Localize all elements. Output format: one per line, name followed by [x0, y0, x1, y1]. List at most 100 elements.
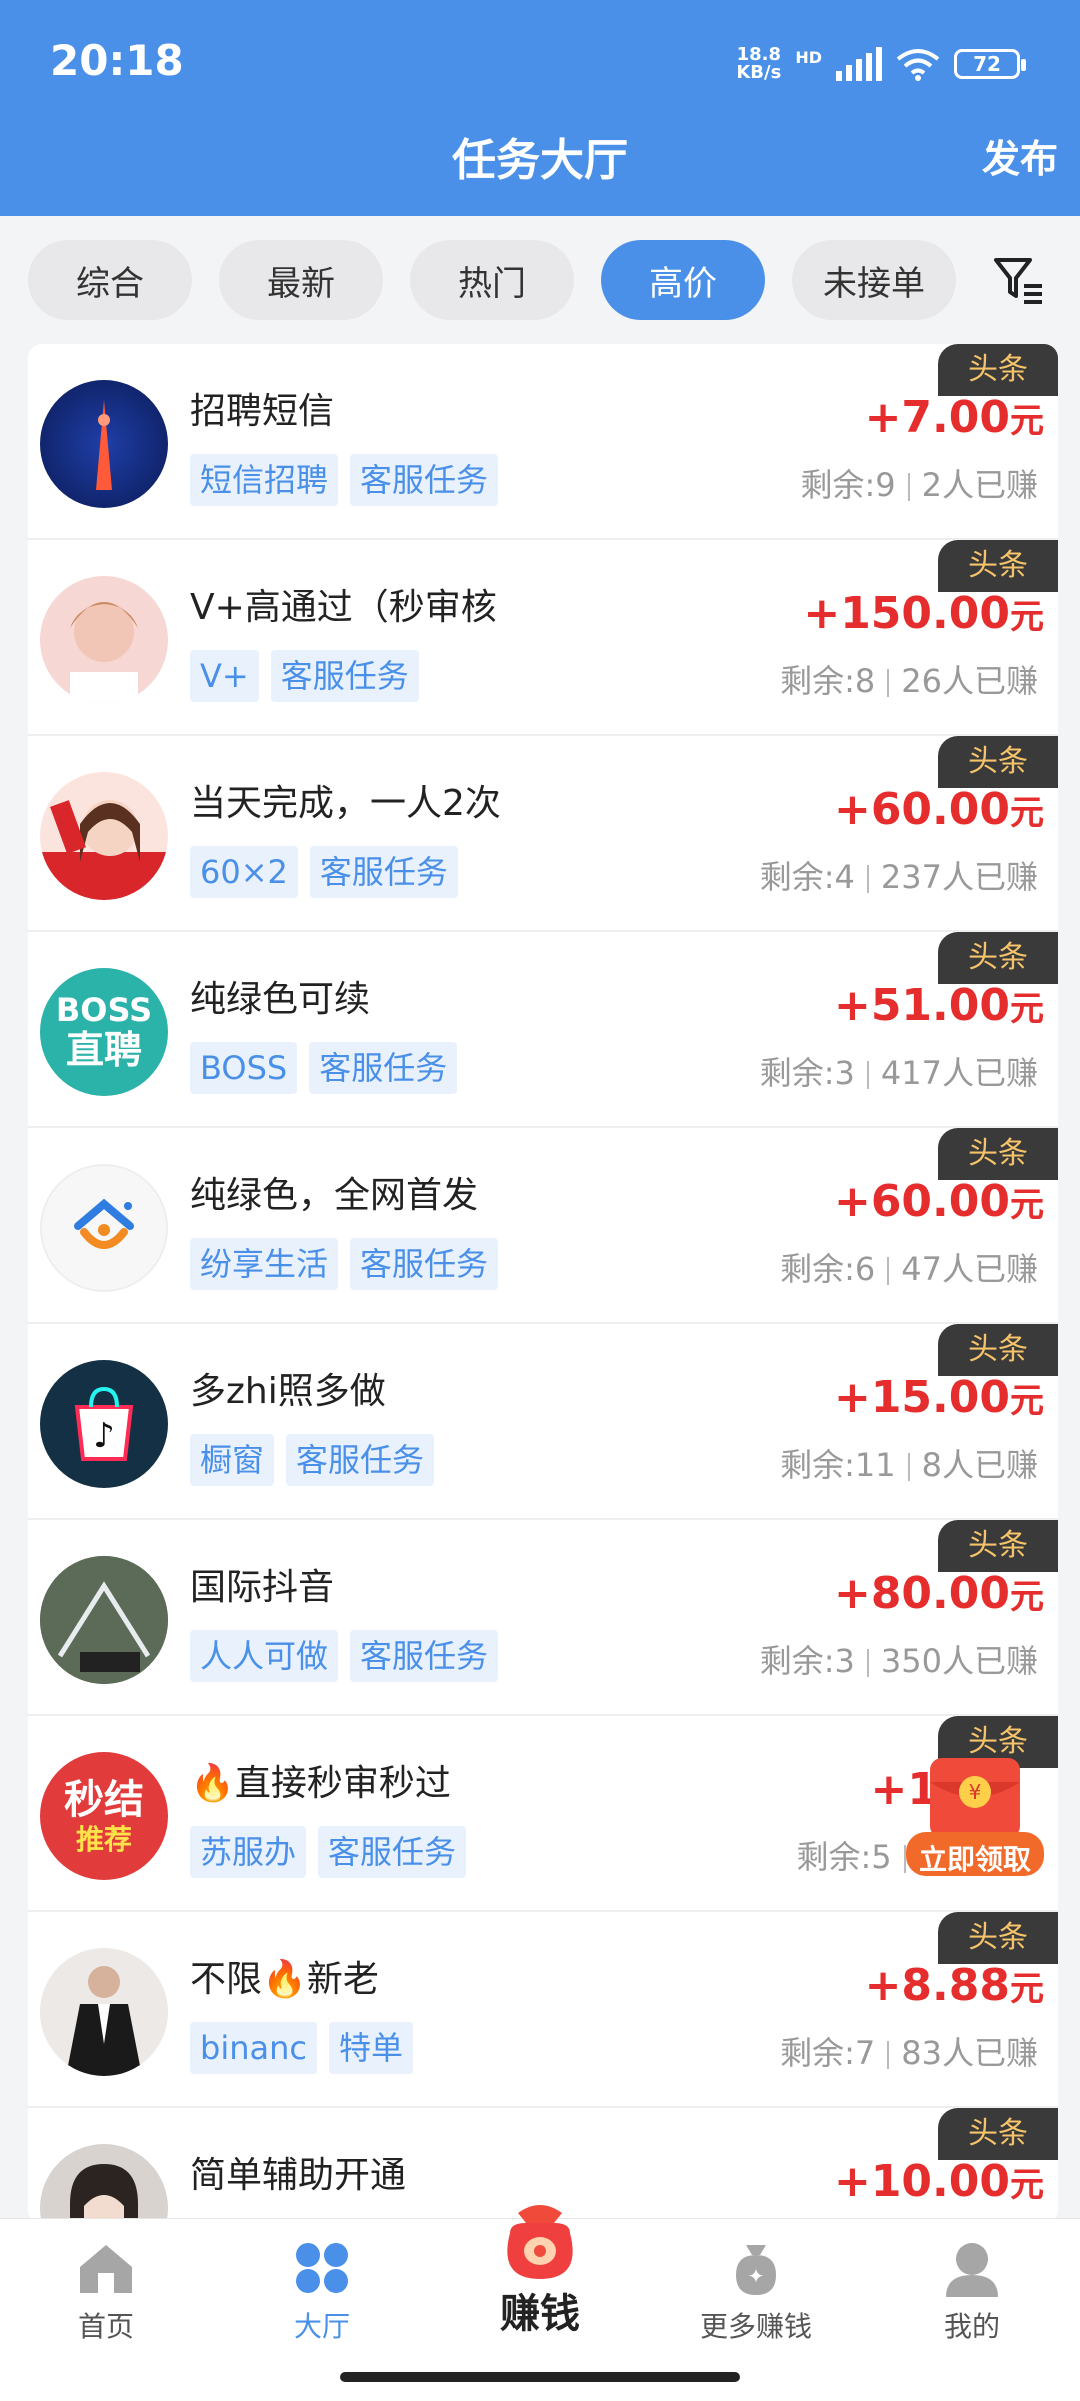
home-indicator[interactable]: [340, 2372, 740, 2382]
tab-latest[interactable]: 最新: [219, 240, 383, 320]
task-price: +8.88元: [865, 1960, 1044, 2011]
task-tag: 客服任务: [350, 1630, 499, 1682]
tab-hot[interactable]: 热门: [410, 240, 574, 320]
tab-not-taken[interactable]: 未接单: [792, 240, 956, 320]
task-meta: 剩余:3 417人已赚: [760, 1048, 1038, 1094]
task-tag: 客服任务: [270, 650, 419, 702]
nav-mine[interactable]: 我的: [892, 2239, 1052, 2345]
svg-text:✦: ✦: [748, 2264, 765, 2288]
task-tag: 客服任务: [309, 846, 458, 898]
price-value: +60.00: [833, 1176, 1010, 1227]
headline-badge: 头条: [938, 1128, 1058, 1180]
task-tags: 橱窗 客服任务: [190, 1434, 435, 1486]
task-item[interactable]: V+高通过（秒审核 V+ 客服任务 头条 +150.00元 剩余:8 26人已赚: [28, 540, 1058, 736]
task-title: 招聘短信: [190, 391, 335, 432]
task-tag: 客服任务: [286, 1434, 435, 1486]
task-meta: 剩余:8 26人已赚: [780, 656, 1038, 702]
task-tag: 客服任务: [350, 454, 499, 506]
task-title: 纯绿色，全网首发: [190, 1175, 479, 1216]
nav-home[interactable]: 首页: [26, 2239, 186, 2345]
price-value: +51.00: [833, 980, 1010, 1031]
task-tag: 客服任务: [318, 1826, 467, 1878]
instant-settle-avatar: 秒结 推荐: [40, 1752, 168, 1880]
headline-badge: 头条: [938, 1520, 1058, 1572]
nav-more-earn-label: 更多赚钱: [699, 2310, 812, 2343]
task-title: 不限🔥新老: [190, 1959, 379, 2000]
grid-icon: [296, 2243, 348, 2293]
task-item[interactable]: 招聘短信 短信招聘 客服任务 头条 +7.00元 剩余:9 2人已赚: [28, 344, 1058, 540]
nav-hall-label: 大厅: [293, 2310, 350, 2343]
task-meta: 剩余:7 83人已赚: [780, 2028, 1038, 2074]
page-title: 任务大厅: [452, 135, 628, 186]
price-value: +150.00: [803, 588, 1010, 639]
task-item[interactable]: 当天完成，一人2次 60×2 客服任务 头条 +60.00元 剩余:4 237人已…: [28, 736, 1058, 932]
nav-earn-label: 赚钱: [500, 2291, 580, 2337]
tab-comprehensive[interactable]: 综合: [28, 240, 192, 320]
price-unit: 元: [1010, 597, 1044, 637]
task-item[interactable]: ♪ 多zhi照多做 橱窗 客服任务 头条 +15.00元 剩余:11 8人已赚: [28, 1324, 1058, 1520]
avatar: [40, 1164, 168, 1292]
remaining-count: 剩余:6: [780, 1250, 876, 1288]
task-meta: 剩余:4 237人已赚: [760, 852, 1038, 898]
nav-earn[interactable]: 赚钱: [460, 2199, 620, 2339]
task-item[interactable]: BOSS 直聘 纯绿色可续 BOSS 客服任务 头条 +51.00元 剩余:3 4…: [28, 932, 1058, 1128]
filter-tabs: 综合 最新 热门 高价 未接单: [28, 240, 1058, 320]
task-title: 简单辅助开通: [190, 2155, 407, 2196]
nav-more-earn[interactable]: ✦ 更多赚钱: [676, 2239, 836, 2345]
earned-count: 26人已赚: [901, 662, 1038, 700]
avatar: [40, 772, 168, 900]
red-packet-button[interactable]: ¥ 立即领取: [900, 1752, 1050, 1882]
nav-mine-label: 我的: [943, 2310, 1000, 2343]
remaining-count: 剩余:3: [759, 1054, 855, 1092]
signal-icon: [836, 47, 882, 81]
nav-hall[interactable]: 大厅: [242, 2239, 402, 2345]
task-tag: 特单: [328, 2022, 413, 2074]
task-tag: V+: [190, 650, 259, 702]
task-title: 当天完成，一人2次: [190, 783, 501, 824]
task-tag: 橱窗: [190, 1434, 275, 1486]
task-meta: 剩余:9 2人已赚: [800, 460, 1038, 506]
task-tag: 客服任务: [309, 1042, 458, 1094]
price-unit: 元: [1010, 1969, 1044, 2009]
task-price: +10.00元: [834, 2156, 1044, 2207]
task-meta: 剩余:11 8人已赚: [780, 1440, 1038, 1486]
avatar: [40, 1948, 168, 2076]
avatar: [40, 2144, 168, 2224]
avatar: [40, 576, 168, 704]
boss-avatar: BOSS 直聘: [40, 968, 168, 1096]
remaining-count: 剩余:8: [780, 662, 876, 700]
task-title: V+高通过（秒审核: [190, 587, 497, 628]
price-value: +8.88: [864, 1960, 1010, 2011]
task-list: 招聘短信 短信招聘 客服任务 头条 +7.00元 剩余:9 2人已赚 V+高通过（…: [28, 344, 1058, 2224]
red-packet-label: 立即领取: [918, 1843, 1031, 1876]
tab-high-price[interactable]: 高价: [601, 240, 765, 320]
task-tag: 纷享生活: [190, 1238, 339, 1290]
filter-icon[interactable]: [990, 252, 1046, 308]
avatar-text: 秒结: [64, 1777, 144, 1823]
task-item[interactable]: 纯绿色，全网首发 纷享生活 客服任务 头条 +60.00元 剩余:6 47人已赚: [28, 1128, 1058, 1324]
status-bar: 20:18 18.8 KB/s HD 72: [0, 0, 1080, 124]
remaining-count: 剩余:11: [780, 1446, 896, 1484]
avatar: [40, 1556, 168, 1684]
task-price: +15.00元: [834, 1372, 1044, 1423]
task-tags: binanc 特单: [190, 2022, 413, 2074]
price-value: +7.00: [864, 392, 1010, 443]
task-price: +60.00元: [834, 784, 1044, 835]
task-title: 国际抖音: [190, 1567, 335, 1608]
earned-count: 417人已赚: [880, 1054, 1038, 1092]
task-meta: 剩余:6 47人已赚: [780, 1244, 1038, 1290]
svg-text:¥: ¥: [969, 1780, 982, 1804]
tiktok-shop-avatar: ♪: [40, 1360, 168, 1488]
headline-badge: 头条: [938, 1324, 1058, 1376]
publish-button[interactable]: 发布: [982, 128, 1058, 183]
task-item[interactable]: 国际抖音 人人可做 客服任务 头条 +80.00元 剩余:3 350人已赚: [28, 1520, 1058, 1716]
task-item[interactable]: 不限🔥新老 binanc 特单 头条 +8.88元 剩余:7 83人已赚: [28, 1912, 1058, 2108]
network-speed-unit: KB/s: [736, 62, 782, 83]
remaining-count: 剩余:4: [759, 858, 855, 896]
headline-badge: 头条: [938, 932, 1058, 984]
price-value: +10.00: [833, 2156, 1010, 2207]
price-value: +80.00: [833, 1568, 1010, 1619]
task-tags: V+ 客服任务: [190, 650, 419, 702]
task-price: +60.00元: [834, 1176, 1044, 1227]
task-tags: 苏服办 客服任务: [190, 1826, 467, 1878]
